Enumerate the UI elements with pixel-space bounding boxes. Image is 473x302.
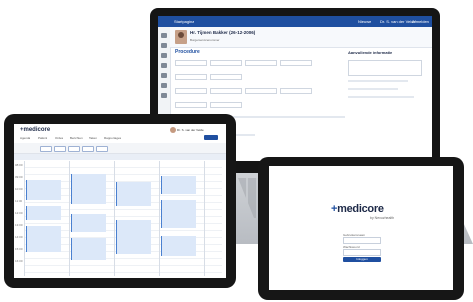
calendar-icon[interactable] bbox=[161, 43, 167, 48]
date-header bbox=[14, 154, 226, 160]
settings-icon[interactable] bbox=[161, 83, 167, 88]
form-field[interactable] bbox=[175, 88, 207, 94]
day-divider bbox=[114, 161, 115, 276]
password-field[interactable] bbox=[343, 249, 381, 256]
app-logo: +medicore bbox=[20, 127, 51, 133]
patient-icon[interactable] bbox=[161, 53, 167, 58]
topbar-logout[interactable]: Afmelden bbox=[412, 19, 429, 24]
form-field[interactable] bbox=[210, 74, 242, 80]
menu-item[interactable]: Rapportages bbox=[104, 136, 121, 140]
form-field[interactable] bbox=[245, 88, 277, 94]
filter-chip[interactable] bbox=[68, 146, 80, 152]
menu-item[interactable]: Patiënt bbox=[38, 136, 47, 140]
form-field[interactable] bbox=[210, 102, 242, 108]
appointment-block[interactable] bbox=[26, 226, 61, 252]
topbar-item[interactable]: Nieuwe bbox=[358, 19, 371, 24]
patient-name: Hr. Tijmen Bakker (26-12-2006) bbox=[190, 30, 256, 35]
tablet-left-screen: +medicore Agenda Patiënt Ordes Berichten… bbox=[14, 124, 226, 278]
login-logo: +medicore bbox=[331, 203, 384, 215]
time-label: 15:00 bbox=[15, 247, 23, 251]
notes-field[interactable] bbox=[348, 60, 422, 76]
appointment-block[interactable] bbox=[116, 220, 151, 254]
login-button-label: Inloggen bbox=[356, 257, 368, 261]
day-divider bbox=[24, 161, 25, 276]
day-divider bbox=[159, 161, 160, 276]
menu-item[interactable]: Taken bbox=[89, 136, 97, 140]
time-label: 10:00 bbox=[15, 187, 23, 191]
app-title: Startpagina bbox=[174, 19, 195, 24]
patient-photo bbox=[175, 30, 187, 44]
username-field[interactable] bbox=[343, 237, 381, 244]
time-label: 12:00 bbox=[15, 211, 23, 215]
form-title: Procedure bbox=[175, 49, 200, 55]
action-button[interactable] bbox=[204, 135, 218, 140]
patient-header: Hr. Tijmen Bakker (26-12-2006) Burgerser… bbox=[170, 27, 432, 48]
form-field[interactable] bbox=[175, 74, 207, 80]
appointment-block[interactable] bbox=[26, 206, 61, 220]
login-screen: +medicore by Nexuzhealth Gebruikersnaam … bbox=[269, 166, 453, 290]
app-topbar: Startpagina Nieuwe Dr. S. van der Velde … bbox=[158, 16, 432, 27]
time-label: 16:00 bbox=[15, 259, 23, 263]
form-field[interactable] bbox=[210, 88, 242, 94]
appointment-block[interactable] bbox=[26, 180, 61, 200]
appointment-block[interactable] bbox=[161, 236, 196, 256]
message-icon[interactable] bbox=[161, 73, 167, 78]
divider bbox=[348, 88, 398, 90]
filter-chip[interactable] bbox=[82, 146, 94, 152]
topbar-user[interactable]: Dr. S. van der Velde bbox=[380, 19, 416, 24]
form-field[interactable] bbox=[280, 88, 312, 94]
filter-chip[interactable] bbox=[40, 146, 52, 152]
appointment-block[interactable] bbox=[116, 182, 151, 206]
appointment-block[interactable] bbox=[71, 238, 106, 260]
chart-icon[interactable] bbox=[161, 93, 167, 98]
appointment-block[interactable] bbox=[161, 200, 196, 228]
time-label: 11:00 bbox=[15, 199, 23, 203]
divider bbox=[348, 96, 414, 98]
time-label: 13:00 bbox=[15, 223, 23, 227]
menu-item[interactable]: Ordes bbox=[55, 136, 63, 140]
calendar-toolbar bbox=[14, 143, 226, 154]
day-divider bbox=[69, 161, 70, 276]
home-icon[interactable] bbox=[161, 33, 167, 38]
day-divider bbox=[204, 161, 205, 276]
avatar[interactable] bbox=[170, 127, 176, 133]
patient-info: Burgerservicenummer bbox=[190, 38, 220, 42]
right-panel-title: Aanvullende informatie bbox=[348, 50, 393, 55]
appointment-block[interactable] bbox=[71, 174, 106, 204]
menu-item[interactable]: Berichten bbox=[70, 136, 83, 140]
divider bbox=[348, 80, 408, 82]
time-label: 14:00 bbox=[15, 235, 23, 239]
form-field[interactable] bbox=[280, 60, 312, 66]
document-icon[interactable] bbox=[161, 63, 167, 68]
form-field[interactable] bbox=[175, 102, 207, 108]
appointment-block[interactable] bbox=[161, 176, 196, 194]
time-label: 09:00 bbox=[15, 175, 23, 179]
login-button[interactable]: Inloggen bbox=[343, 257, 381, 262]
user-name: Dr. S. van der Velde bbox=[177, 128, 204, 132]
login-subtitle: by Nexuzhealth bbox=[370, 216, 395, 220]
form-field[interactable] bbox=[210, 60, 242, 66]
time-label: 08:00 bbox=[15, 163, 23, 167]
form-field[interactable] bbox=[175, 60, 207, 66]
filter-chip[interactable] bbox=[54, 146, 66, 152]
appointment-block[interactable] bbox=[71, 214, 106, 232]
menu-item[interactable]: Agenda bbox=[20, 136, 30, 140]
filter-chip[interactable] bbox=[96, 146, 108, 152]
logo-text: medicore bbox=[337, 203, 384, 215]
form-field[interactable] bbox=[245, 60, 277, 66]
